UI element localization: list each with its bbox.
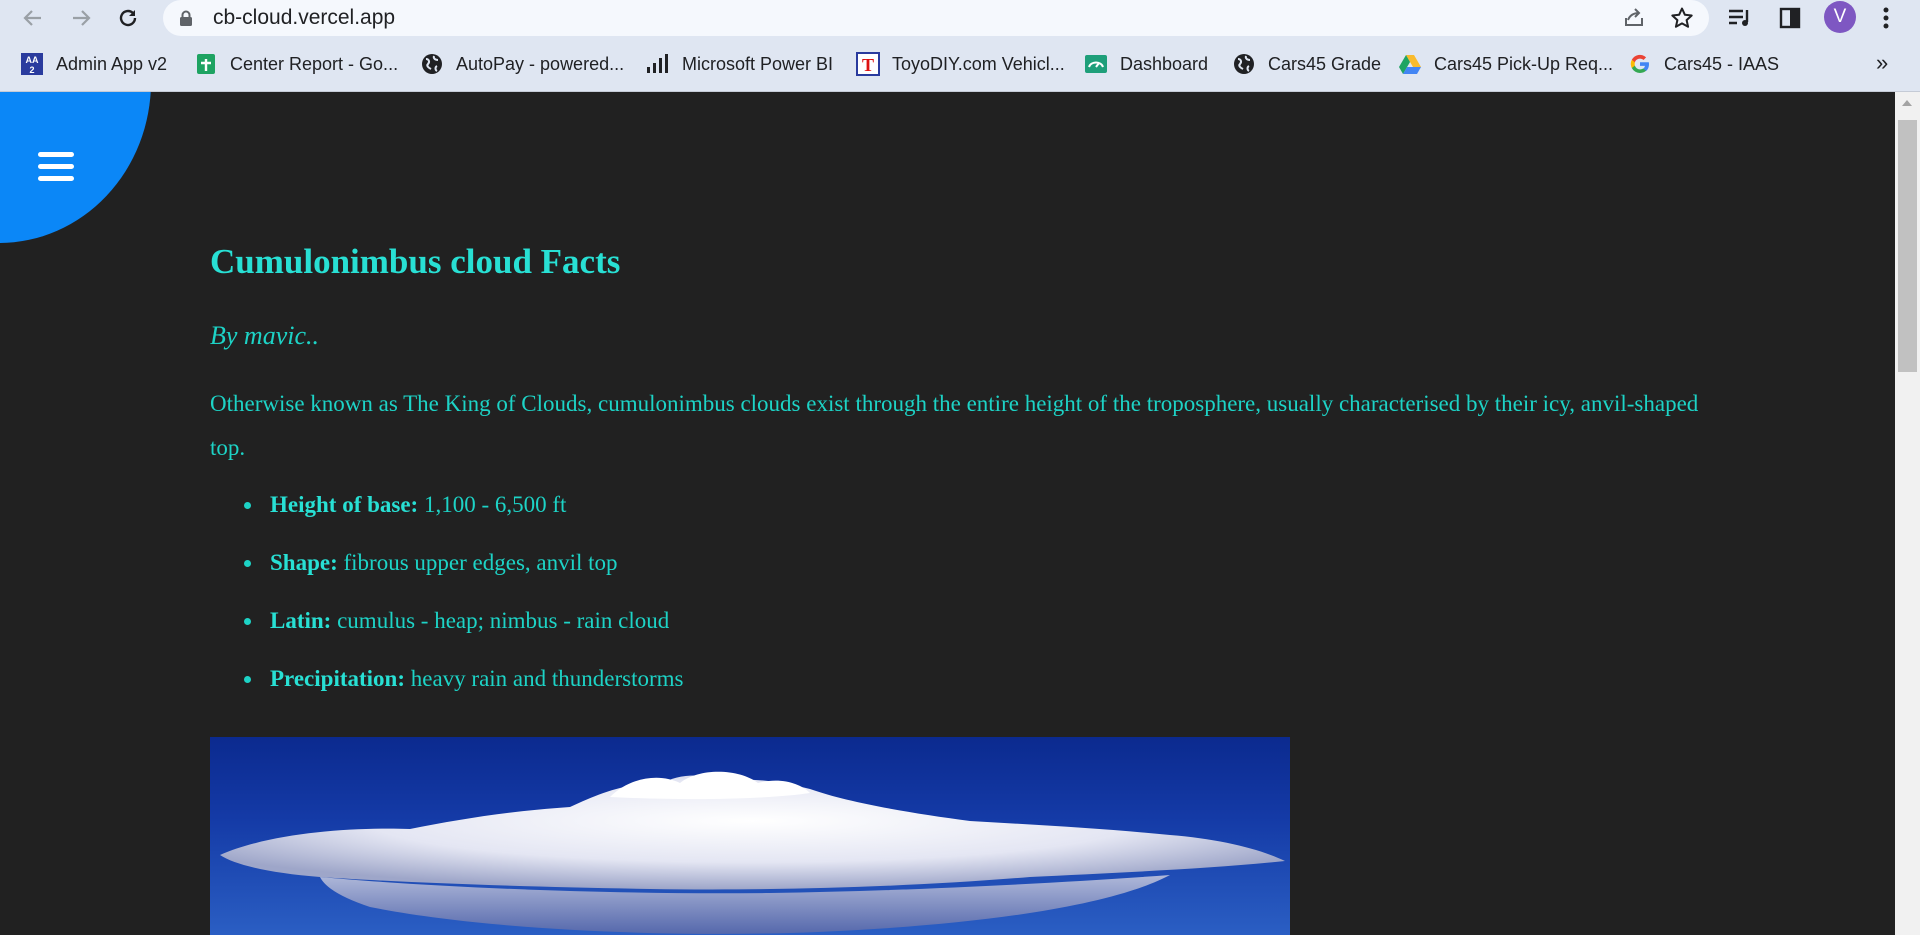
fact-item: Latin: cumulus - heap; nimbus - rain clo… [243,606,683,664]
bookmark-label: AutoPay - powered... [456,53,625,74]
side-panel-icon [1779,7,1801,29]
bookmark-item[interactable]: Cars45 Pick-Up Req... [1398,50,1613,78]
menu-toggle-button[interactable] [0,92,151,243]
facts-list: Height of base: 1,100 - 6,500 ft Shape: … [243,490,684,722]
share-icon [1625,8,1643,26]
svg-text:T: T [862,55,874,75]
kebab-menu-icon [1883,7,1889,29]
svg-text:2: 2 [29,65,34,75]
fact-key: Height of base: [270,492,419,517]
fact-key: Shape: [270,550,338,575]
fact-item: Height of base: 1,100 - 6,500 ft [243,490,683,548]
google-drive-icon [1398,52,1422,76]
fact-key: Precipitation: [270,666,405,691]
bookmark-label: Cars45 Pick-Up Req... [1434,53,1614,74]
arrow-right-icon [73,10,91,26]
browser-toolbar: cb-cloud.vercel.app V [0,0,1920,36]
side-panel-button[interactable] [1775,3,1805,33]
bookmark-item[interactable]: Cars45 - IAAS [1628,50,1779,78]
profile-avatar[interactable]: V [1824,1,1856,33]
playlist-icon [1729,9,1749,26]
fact-item: Precipitation: heavy rain and thundersto… [243,664,684,722]
media-controls-button[interactable] [1725,3,1755,33]
fact-value: heavy rain and thunderstorms [405,666,684,691]
hamburger-icon[interactable] [38,152,74,188]
page-title: Cumulonimbus cloud Facts [210,242,621,281]
bookmark-label: Cars45 - IAAS [1664,53,1780,74]
browser-menu-button[interactable] [1871,3,1901,33]
url-text: cb-cloud.vercel.app [213,6,396,29]
more-bookmarks-button[interactable]: » [1876,50,1888,76]
scroll-thumb[interactable] [1898,120,1917,372]
bookmark-label: Microsoft Power BI [682,53,834,74]
star-icon [1671,7,1693,28]
bookmark-item[interactable]: Microsoft Power BI [646,50,833,78]
fact-value: 1,100 - 6,500 ft [418,492,567,517]
toyodiy-icon: T [856,52,880,76]
google-icon [1628,52,1652,76]
byline: By mavic.. [210,321,320,350]
web-page: Cumulonimbus cloud Facts By mavic.. Othe… [0,92,1895,935]
reload-icon [119,9,137,27]
globe-icon [1232,52,1256,76]
bookmark-label: Cars45 Grade [1268,53,1382,74]
page-scrollbar[interactable] [1895,92,1920,935]
lock-icon [180,10,192,26]
admin-app-icon: AA 2 [20,52,44,76]
bookmark-item[interactable]: Dashboard [1084,50,1208,78]
fact-key: Latin: [270,608,332,633]
fact-value: fibrous upper edges, anvil top [337,550,618,575]
bookmark-label: ToyoDIY.com Vehicl... [892,53,1065,74]
google-sheets-icon [194,52,218,76]
bookmarks-bar: AA 2 Admin App v2 Center Report - Go... A… [0,36,1920,92]
bookmark-star-button[interactable] [1669,5,1695,31]
bookmark-item[interactable]: AutoPay - powered... [420,50,624,78]
fact-item: Shape: fibrous upper edges, anvil top [243,548,683,606]
bookmark-item[interactable]: T ToyoDIY.com Vehicl... [856,50,1065,78]
address-bar[interactable]: cb-cloud.vercel.app [163,0,1709,36]
bookmark-label: Center Report - Go... [230,53,399,74]
arrow-left-icon [23,10,41,26]
reload-button[interactable] [113,3,143,33]
bookmark-item[interactable]: AA 2 Admin App v2 [20,50,167,78]
bookmark-item[interactable]: Center Report - Go... [194,50,398,78]
fact-value: cumulus - heap; nimbus - rain cloud [331,608,670,633]
bookmark-label: Dashboard [1120,53,1209,74]
power-bi-icon [646,52,670,76]
scroll-up-arrow-icon[interactable] [1902,100,1912,106]
forward-button[interactable] [66,3,96,33]
svg-text:AA: AA [26,55,39,65]
share-button[interactable] [1621,5,1647,31]
dashboard-icon [1084,52,1108,76]
globe-icon [420,52,444,76]
cumulonimbus-photo [210,737,1290,935]
intro-paragraph: Otherwise known as The King of Clouds, c… [210,391,1699,460]
back-button[interactable] [18,3,48,33]
bookmark-label: Admin App v2 [56,53,168,74]
bookmark-item[interactable]: Cars45 Grade [1232,50,1381,78]
